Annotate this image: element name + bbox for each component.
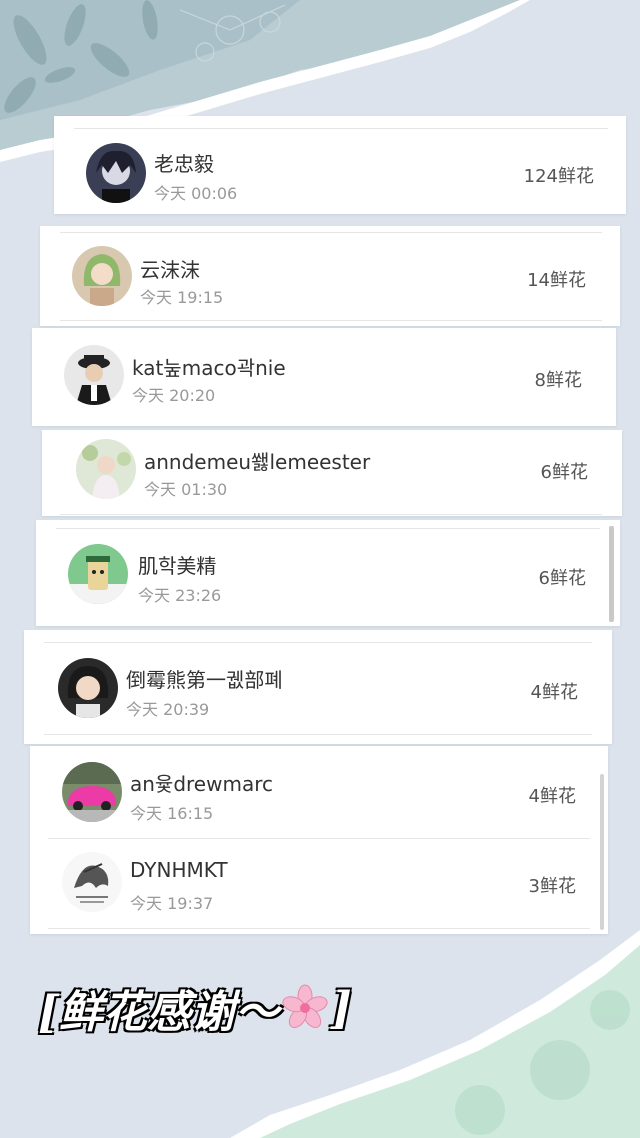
list-item[interactable]: an윷drewmarc 今天 16:15 4鲜花 xyxy=(30,746,608,838)
divider xyxy=(60,514,602,515)
donor-card-7: an윷drewmarc 今天 16:15 4鲜花 DYNHMKT 今天 19:3… xyxy=(30,746,608,934)
flower-count: 6鲜花 xyxy=(538,568,586,589)
donor-name: 肌학美精 xyxy=(138,554,217,578)
divider xyxy=(60,320,602,321)
avatar-ink-sketch-icon xyxy=(62,852,122,912)
flower-count: 3鲜花 xyxy=(528,876,576,897)
donor-time: 今天 19:37 xyxy=(130,894,214,913)
avatar-girl-flowers-icon xyxy=(76,439,136,499)
donor-name: anndemeu쐟lemeester xyxy=(144,450,371,474)
flower-count: 124鲜花 xyxy=(523,166,594,187)
donor-card-5: 肌학美精 今天 23:26 6鲜花 xyxy=(36,520,620,626)
flower-count: 4鲜花 xyxy=(530,682,578,703)
list-item[interactable]: 肌학美精 今天 23:26 6鲜花 xyxy=(36,520,620,626)
donor-name: 云沫沫 xyxy=(140,258,200,282)
donor-time: 今天 00:06 xyxy=(154,184,238,203)
cherry-blossom-icon xyxy=(282,984,328,1029)
avatar-man-hat-icon xyxy=(64,345,124,405)
avatar-dark-anime-icon xyxy=(86,143,146,203)
scrollbar[interactable] xyxy=(600,774,604,930)
caption-close: ] xyxy=(330,982,352,1034)
donor-name: DYNHMKT xyxy=(130,858,228,882)
list-item[interactable]: DYNHMKT 今天 19:37 3鲜花 xyxy=(30,838,608,934)
donor-time: 今天 23:26 xyxy=(138,586,222,605)
donor-time: 今天 01:30 xyxy=(144,480,228,499)
list-item[interactable]: 倒霉熊第一궶部폐 今天 20:39 4鲜花 xyxy=(24,630,612,744)
scrollbar[interactable] xyxy=(609,526,614,622)
flower-thanks-caption: [鲜花感谢～ ] xyxy=(38,976,352,1040)
avatar-pink-car-icon xyxy=(62,762,122,822)
donor-name: 倒霉熊第一궶部폐 xyxy=(126,668,283,692)
flower-count: 6鲜花 xyxy=(540,462,588,483)
donor-card-2: 云沫沫 今天 19:15 14鲜花 xyxy=(40,226,620,326)
avatar-green-hair-icon xyxy=(72,246,132,306)
list-item[interactable]: anndemeu쐟lemeester 今天 01:30 6鲜花 xyxy=(42,430,622,516)
donor-card-6: 倒霉熊第一궶部폐 今天 20:39 4鲜花 xyxy=(24,630,612,744)
donor-time: 今天 19:15 xyxy=(140,288,224,307)
donor-time: 今天 16:15 xyxy=(130,804,214,823)
flower-count: 14鲜花 xyxy=(527,270,586,291)
list-item[interactable]: kat눞maco곽nie 今天 20:20 8鲜花 xyxy=(32,328,616,426)
donor-name: kat눞maco곽nie xyxy=(132,356,286,380)
flower-count: 8鲜花 xyxy=(534,370,582,391)
donor-card-3: kat눞maco곽nie 今天 20:20 8鲜花 xyxy=(32,328,616,426)
list-item[interactable]: 老忠毅 今天 00:06 124鲜花 xyxy=(54,116,626,214)
caption-text: [鲜花感谢～ xyxy=(38,987,279,1038)
donor-name: 老忠毅 xyxy=(154,152,214,176)
avatar-girl-portrait-icon xyxy=(58,658,118,718)
list-item[interactable]: 云沫沫 今天 19:15 14鲜花 xyxy=(40,226,620,326)
flower-count: 4鲜花 xyxy=(528,786,576,807)
donor-card-1: 老忠毅 今天 00:06 124鲜花 xyxy=(54,116,626,214)
donor-time: 今天 20:39 xyxy=(126,700,210,719)
divider xyxy=(44,734,592,735)
donor-name: an윷drewmarc xyxy=(130,772,273,796)
divider xyxy=(48,928,590,929)
donor-time: 今天 20:20 xyxy=(132,386,216,405)
avatar-cartoon-cup-icon xyxy=(68,544,128,604)
donor-card-4: anndemeu쐟lemeester 今天 01:30 6鲜花 xyxy=(42,430,622,516)
